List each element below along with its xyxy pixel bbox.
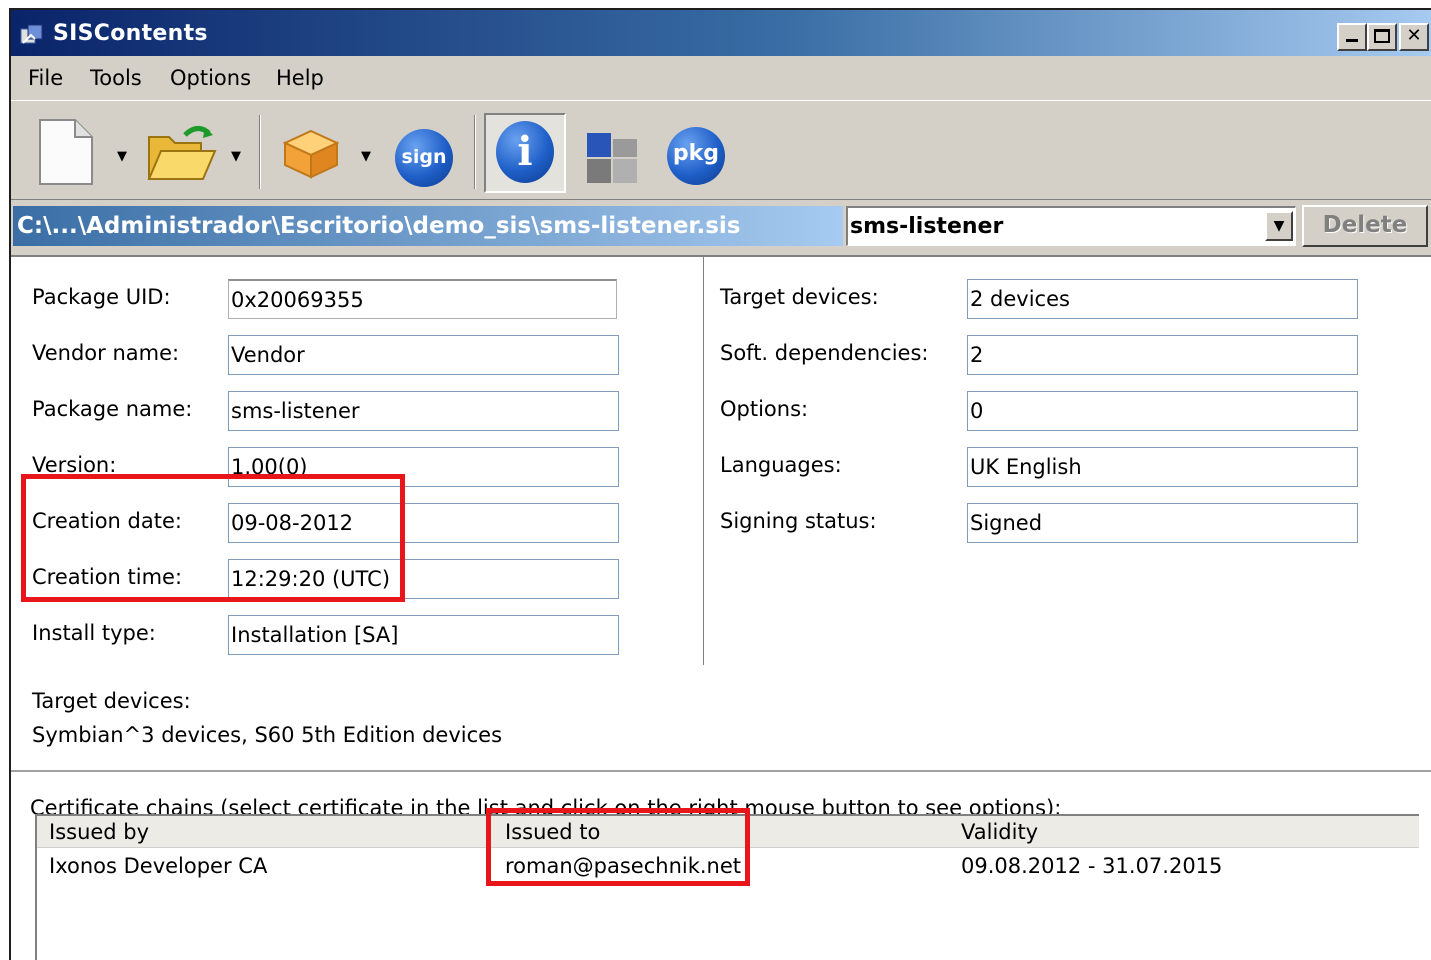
vendor-name-field[interactable]: Vendor xyxy=(228,335,619,375)
toolbar-separator xyxy=(474,115,476,189)
components-grid-icon[interactable] xyxy=(585,131,639,185)
pkg-label: pkg xyxy=(672,141,720,166)
install-type-label: Install type: xyxy=(32,621,156,645)
signing-status-field[interactable]: Signed xyxy=(967,503,1358,543)
package-box-icon[interactable] xyxy=(281,127,341,181)
menu-tools[interactable]: Tools xyxy=(90,66,142,90)
target-devices-label: Target devices: xyxy=(720,285,879,309)
package-name-label: Package name: xyxy=(32,397,193,421)
menu-help[interactable]: Help xyxy=(276,66,324,90)
creation-datetime-highlight xyxy=(21,474,405,602)
toolbar-separator xyxy=(259,115,261,189)
menu-options[interactable]: Options xyxy=(170,66,251,90)
window-title: SISContents xyxy=(53,21,208,46)
menu-bar: File Tools Options Help xyxy=(11,56,1431,100)
info-button[interactable]: i xyxy=(484,113,566,193)
install-type-field[interactable]: Installation [SA] xyxy=(228,615,619,655)
chevron-down-icon[interactable]: ▼ xyxy=(1265,211,1293,241)
new-file-icon[interactable] xyxy=(37,117,95,187)
signing-status-label: Signing status: xyxy=(720,509,877,533)
soft-dependencies-field[interactable]: 2 xyxy=(967,335,1358,375)
open-folder-icon[interactable] xyxy=(145,123,219,185)
package-dropdown-arrow-icon[interactable]: ▼ xyxy=(361,149,371,164)
minimize-button[interactable] xyxy=(1337,23,1367,51)
package-select-value: sms-listener xyxy=(850,214,1004,239)
column-header-issued-by[interactable]: Issued by xyxy=(49,820,149,844)
options-label: Options: xyxy=(720,397,809,421)
menu-file[interactable]: File xyxy=(28,66,63,90)
target-devices-heading: Target devices: xyxy=(32,689,191,713)
package-uid-field[interactable]: 0x20069355 xyxy=(228,279,617,319)
minimize-icon xyxy=(1346,39,1358,42)
close-button[interactable]: ✕ xyxy=(1399,23,1429,51)
column-divider xyxy=(703,257,705,667)
cell-issued-by: Ixonos Developer CA xyxy=(49,854,268,878)
vendor-name-label: Vendor name: xyxy=(32,341,180,365)
maximize-button[interactable] xyxy=(1367,23,1397,51)
package-info-panel: Package UID: 0x20069355 Vendor name: Ven… xyxy=(11,255,1431,667)
info-label: i xyxy=(517,128,533,175)
package-uid-label: Package UID: xyxy=(32,285,171,309)
toolbar: ▼ ▼ ▼ sign i pkg xyxy=(11,100,1431,200)
delete-button[interactable]: Delete xyxy=(1302,205,1428,247)
sign-label: sign xyxy=(401,146,447,168)
issued-to-highlight xyxy=(486,808,750,886)
package-select[interactable]: sms-listener ▼ xyxy=(846,206,1296,246)
close-icon: ✕ xyxy=(1406,25,1422,46)
path-bar: C:\...\Administrador\Escritorio\demo_sis… xyxy=(11,205,1431,255)
maximize-icon xyxy=(1374,29,1390,43)
sign-icon[interactable]: sign xyxy=(395,129,453,187)
file-path: C:\...\Administrador\Escritorio\demo_sis… xyxy=(13,206,843,246)
package-name-field[interactable]: sms-listener xyxy=(228,391,619,431)
info-icon: i xyxy=(496,121,554,183)
app-icon xyxy=(20,24,43,44)
open-dropdown-arrow-icon[interactable]: ▼ xyxy=(231,149,241,164)
column-header-validity[interactable]: Validity xyxy=(961,820,1038,844)
target-devices-field[interactable]: 2 devices xyxy=(967,279,1358,319)
new-dropdown-arrow-icon[interactable]: ▼ xyxy=(117,149,127,164)
soft-dependencies-label: Soft. dependencies: xyxy=(720,341,929,365)
target-devices-section: Target devices: Symbian^3 devices, S60 5… xyxy=(11,665,1431,770)
pkg-icon[interactable]: pkg xyxy=(667,127,725,185)
options-field[interactable]: 0 xyxy=(967,391,1358,431)
target-devices-list: Symbian^3 devices, S60 5th Edition devic… xyxy=(32,723,503,747)
languages-field[interactable]: UK English xyxy=(967,447,1358,487)
languages-label: Languages: xyxy=(720,453,842,477)
cell-validity: 09.08.2012 - 31.07.2015 xyxy=(961,854,1223,878)
title-bar[interactable]: SISContents ✕ xyxy=(11,10,1431,56)
